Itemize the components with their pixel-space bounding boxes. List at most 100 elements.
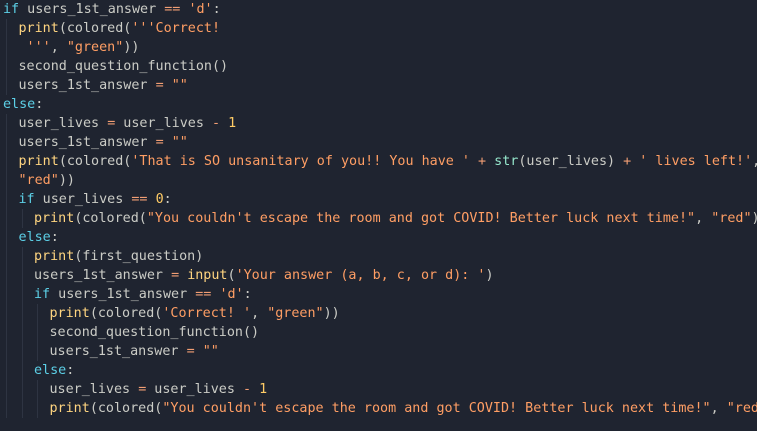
indent-guide (21, 304, 23, 323)
indent-guide (6, 361, 7, 380)
code-token-string: 'd' (188, 2, 213, 17)
code-line[interactable]: else: (0, 361, 757, 380)
code-line[interactable]: user_lives = user_lives - 1 (0, 114, 757, 133)
code-line[interactable]: if user_lives == 0: (0, 190, 757, 209)
code-token-text: : (163, 192, 172, 207)
indent-guide (6, 76, 7, 95)
code-token-string: "red" (711, 211, 752, 226)
code-token-text: : (35, 97, 44, 112)
code-editor[interactable]: if users_1st_answer == 'd': print(colored… (0, 0, 757, 431)
indent-guide (37, 342, 38, 361)
code-token-text: (colored( (58, 21, 132, 36)
code-token-string: ' lives left!' (639, 154, 753, 169)
indent-guide (21, 342, 23, 361)
indent-guide (6, 285, 7, 304)
code-token-keyword: else (34, 363, 67, 378)
code-token-string: "You couldn't escape the room and got CO… (146, 211, 696, 226)
code-line[interactable]: print(first_question) (0, 247, 757, 266)
code-token-text: user_lives (34, 192, 132, 207)
indent-guide (6, 380, 7, 399)
code-token-keyword: if (34, 287, 51, 302)
code-token-text: : (243, 287, 252, 302)
code-line[interactable]: print(colored('''Correct! (0, 19, 757, 38)
code-token-text: (colored( (89, 401, 163, 416)
code-token-text: ) (485, 268, 494, 283)
code-line[interactable]: ''', "green")) (0, 38, 757, 57)
code-token-text: )) (58, 173, 75, 188)
code-token-operator: - (212, 116, 221, 131)
code-token-text: : (66, 363, 75, 378)
code-line[interactable]: else: (0, 228, 757, 247)
code-token-text: : (50, 230, 59, 245)
indent-guide (21, 361, 23, 380)
indent-guide (6, 342, 7, 361)
code-line[interactable]: user_lives = user_lives - 1 (0, 380, 757, 399)
code-token-function: input (187, 268, 228, 283)
indent-guide (6, 399, 7, 418)
code-token-text: user_lives (49, 382, 139, 397)
code-token-text: , (752, 154, 757, 169)
code-line[interactable]: users_1st_answer = "" (0, 133, 757, 152)
code-line[interactable]: if users_1st_answer == 'd': (0, 0, 757, 19)
code-token-string: "" (171, 135, 188, 150)
code-token-string: "green" (66, 40, 124, 55)
indent-guide (21, 285, 23, 304)
code-line[interactable]: users_1st_answer = "" (0, 76, 757, 95)
indent-guide (6, 171, 7, 190)
indent-guide (6, 133, 7, 152)
indent-guide (6, 19, 7, 38)
code-token-string: "red" (726, 401, 757, 416)
code-line[interactable]: print(colored('Correct! ', "green")) (0, 304, 757, 323)
indent-guide (37, 323, 38, 342)
code-token-text: users_1st_answer (18, 135, 156, 150)
code-token-function: print (34, 211, 75, 226)
code-token-text: (user_lives) (518, 154, 624, 169)
code-token-text: , (251, 306, 268, 321)
code-line[interactable]: users_1st_answer = "" (0, 342, 757, 361)
code-token-number: 0 (155, 192, 164, 207)
code-token-text: users_1st_answer (49, 344, 187, 359)
code-token-operator: == (164, 2, 181, 17)
code-line[interactable]: if users_1st_answer == 'd': (0, 285, 757, 304)
code-line[interactable]: second_question_function() (0, 57, 757, 76)
code-token-function: print (18, 154, 59, 169)
code-token-text: , (710, 401, 727, 416)
indent-guide (37, 304, 38, 323)
code-token-text: : (212, 2, 221, 17)
code-token-text: user_lives (146, 382, 243, 397)
code-token-text: users_1st_answer (34, 268, 172, 283)
code-token-operator: + (478, 154, 487, 169)
indent-guide (6, 190, 7, 209)
code-line[interactable]: users_1st_answer = input('Your answer (a… (0, 266, 757, 285)
code-token-function: print (49, 401, 90, 416)
code-token-text: , (695, 211, 712, 226)
code-token-text: (first_question) (74, 249, 204, 264)
code-token-function: print (18, 21, 59, 36)
code-token-text: second_question_function() (49, 325, 260, 340)
code-line[interactable]: else: (0, 95, 757, 114)
code-line[interactable]: print(colored("You couldn't escape the r… (0, 209, 757, 228)
code-token-function: print (49, 306, 90, 321)
indent-guide (6, 57, 7, 76)
code-token-keyword: else (18, 230, 51, 245)
code-line[interactable]: print(colored('That is SO unsanitary of … (0, 152, 757, 171)
code-token-text: )) (323, 306, 340, 321)
code-line[interactable]: second_question_function() (0, 323, 757, 342)
code-token-text: (colored( (58, 154, 132, 169)
indent-guide (21, 323, 23, 342)
code-token-string: "" (171, 78, 188, 93)
code-token-string: 'That is SO unsanitary of you!! You have… (131, 154, 470, 169)
code-area[interactable]: if users_1st_answer == 'd': print(colored… (0, 0, 757, 418)
code-line[interactable]: "red")) (0, 171, 757, 190)
code-token-string: "You couldn't escape the room and got CO… (162, 401, 711, 416)
indent-guide (21, 399, 23, 418)
code-line[interactable]: print(colored("You couldn't escape the r… (0, 399, 757, 418)
indent-guide (6, 304, 7, 323)
